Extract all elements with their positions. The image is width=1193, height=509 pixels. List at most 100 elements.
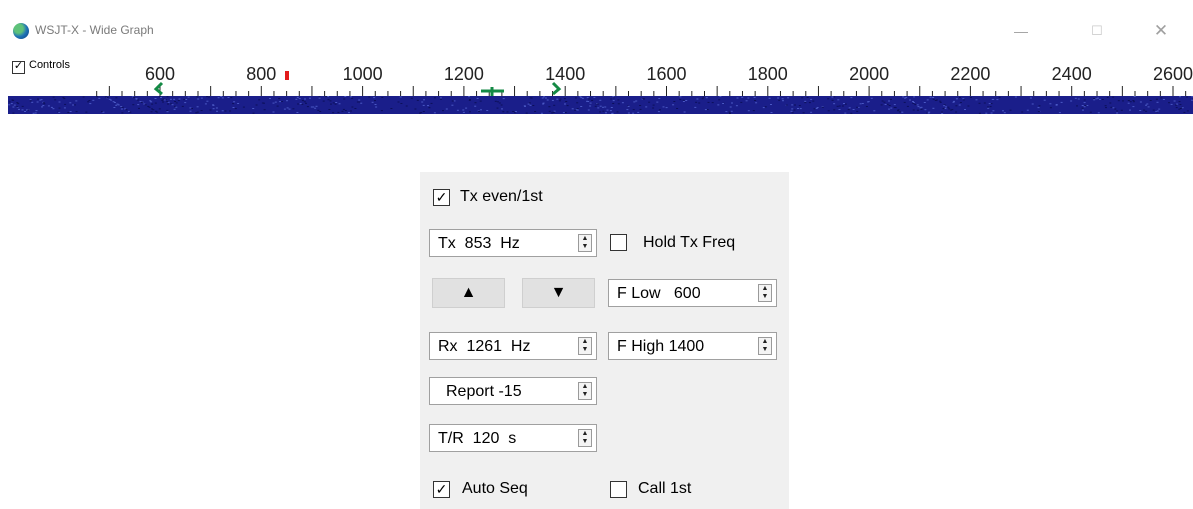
spin-arrows-icon[interactable]: ▲ ▼ — [758, 284, 772, 302]
waterfall-speck — [29, 99, 32, 101]
close-button[interactable]: ✕ — [1143, 18, 1179, 44]
waterfall-speck — [1049, 107, 1052, 109]
spin-arrows-icon[interactable]: ▲ ▼ — [578, 429, 592, 447]
flow-marker — [153, 81, 164, 96]
waterfall-speck — [8, 104, 11, 106]
waterfall-speck — [939, 100, 942, 102]
waterfall-speck — [178, 98, 181, 100]
waterfall-speck — [602, 110, 605, 112]
waterfall-speck — [962, 99, 965, 101]
freq-up-button[interactable]: ▲ — [432, 278, 505, 308]
waterfall-speck — [1043, 99, 1046, 101]
waterfall-speck — [1132, 101, 1135, 103]
waterfall-speck — [544, 97, 547, 99]
waterfall-speck — [58, 101, 61, 103]
waterfall-speck — [532, 105, 535, 106]
waterfall-speck — [1076, 105, 1078, 107]
waterfall-speck — [272, 111, 275, 113]
waterfall-speck — [1026, 109, 1029, 111]
spin-arrows-icon[interactable]: ▲ ▼ — [578, 337, 592, 355]
waterfall-speck — [221, 97, 224, 99]
fhigh-marker — [551, 81, 562, 96]
waterfall-speck — [919, 107, 922, 109]
check-icon: ✓ — [435, 189, 448, 205]
waterfall-speck — [1095, 98, 1098, 100]
waterfall-speck — [474, 105, 477, 107]
hold-tx-freq-label: Hold Tx Freq — [643, 234, 736, 251]
waterfall-speck — [616, 111, 619, 113]
waterfall-speck — [261, 102, 264, 104]
waterfall-speck — [41, 106, 43, 108]
call-1st-checkbox[interactable] — [610, 481, 627, 498]
waterfall — [8, 96, 1193, 114]
waterfall-speck — [85, 111, 88, 113]
waterfall-speck — [711, 102, 714, 104]
minimize-button[interactable]: — — [1003, 18, 1039, 44]
frequency-scale[interactable]: 600 800 1000 1200 1400 1600 1800 2000 2200 2400 26… — [8, 56, 1193, 118]
maximize-button[interactable]: ☐ — [1079, 18, 1115, 44]
waterfall-speck — [206, 100, 209, 102]
waterfall-speck — [906, 105, 909, 107]
waterfall-speck — [923, 102, 926, 103]
waterfall-speck — [958, 104, 961, 106]
waterfall-speck — [991, 99, 994, 100]
tr-period-spinbox[interactable]: T/R 120 s ▲ ▼ — [429, 424, 597, 452]
waterfall-speck — [140, 101, 143, 103]
report-spinbox[interactable]: Report -15 ▲ ▼ — [429, 377, 597, 405]
waterfall-speck — [373, 97, 376, 99]
waterfall-speck — [286, 100, 288, 102]
spin-arrows-icon[interactable]: ▲ ▼ — [758, 337, 772, 355]
tx-even-checkbox[interactable]: ✓ — [433, 189, 450, 206]
waterfall-speck — [524, 105, 526, 107]
controls-panel: ✓ Tx even/1st Tx 853 Hz ▲ ▼ Hold Tx Freq … — [420, 172, 789, 509]
waterfall-speck — [604, 106, 607, 108]
spin-arrows-icon[interactable]: ▲ ▼ — [578, 234, 592, 252]
waterfall-speck — [125, 109, 128, 111]
waterfall-speck — [553, 104, 556, 106]
waterfall-speck — [1081, 105, 1084, 106]
waterfall-speck — [941, 111, 943, 113]
waterfall-speck — [909, 99, 911, 101]
waterfall-speck — [174, 105, 177, 107]
f-low-spinbox[interactable]: F Low 600 ▲ ▼ — [608, 279, 777, 307]
waterfall-speck — [337, 111, 340, 113]
waterfall-speck — [288, 108, 291, 110]
freq-down-button[interactable]: ▼ — [522, 278, 595, 308]
auto-seq-checkbox[interactable]: ✓ — [433, 481, 450, 498]
spin-arrows-icon[interactable]: ▲ ▼ — [578, 382, 592, 400]
waterfall-speck — [1170, 103, 1173, 105]
waterfall-speck — [420, 112, 423, 114]
waterfall-speck — [1117, 100, 1120, 102]
waterfall-speck — [427, 105, 429, 107]
waterfall-speck — [342, 108, 345, 110]
waterfall-speck — [283, 108, 286, 110]
waterfall-speck — [113, 102, 116, 103]
waterfall-speck — [912, 101, 914, 102]
tx-frequency-spinbox[interactable]: Tx 853 Hz ▲ ▼ — [429, 229, 597, 257]
waterfall-speck — [635, 100, 638, 102]
rx-frequency-spinbox[interactable]: Rx 1261 Hz ▲ ▼ — [429, 332, 597, 360]
waterfall-speck — [1116, 110, 1119, 112]
waterfall-speck — [332, 112, 335, 114]
tx-frequency-value: Tx 853 Hz — [438, 235, 520, 252]
waterfall-speck — [318, 97, 321, 99]
waterfall-speck — [838, 105, 841, 107]
waterfall-speck — [898, 111, 901, 113]
waterfall-speck — [120, 108, 123, 110]
waterfall-speck — [36, 101, 39, 103]
waterfall-speck — [138, 107, 140, 109]
f-high-spinbox[interactable]: F High 1400 ▲ ▼ — [608, 332, 777, 360]
waterfall-speck — [827, 98, 830, 100]
waterfall-speck — [414, 108, 417, 110]
waterfall-speck — [224, 110, 227, 112]
title-bar: WSJT-X - Wide Graph — ☐ ✕ — [8, 0, 1193, 58]
waterfall-speck — [317, 109, 320, 111]
waterfall-speck — [167, 101, 170, 103]
waterfall-speck — [62, 97, 65, 99]
waterfall-speck — [917, 106, 920, 108]
waterfall-speck — [1101, 99, 1104, 100]
waterfall-speck — [18, 108, 20, 110]
hold-tx-freq-checkbox[interactable] — [610, 234, 627, 251]
waterfall-speck — [731, 102, 733, 104]
waterfall-speck — [791, 108, 794, 110]
